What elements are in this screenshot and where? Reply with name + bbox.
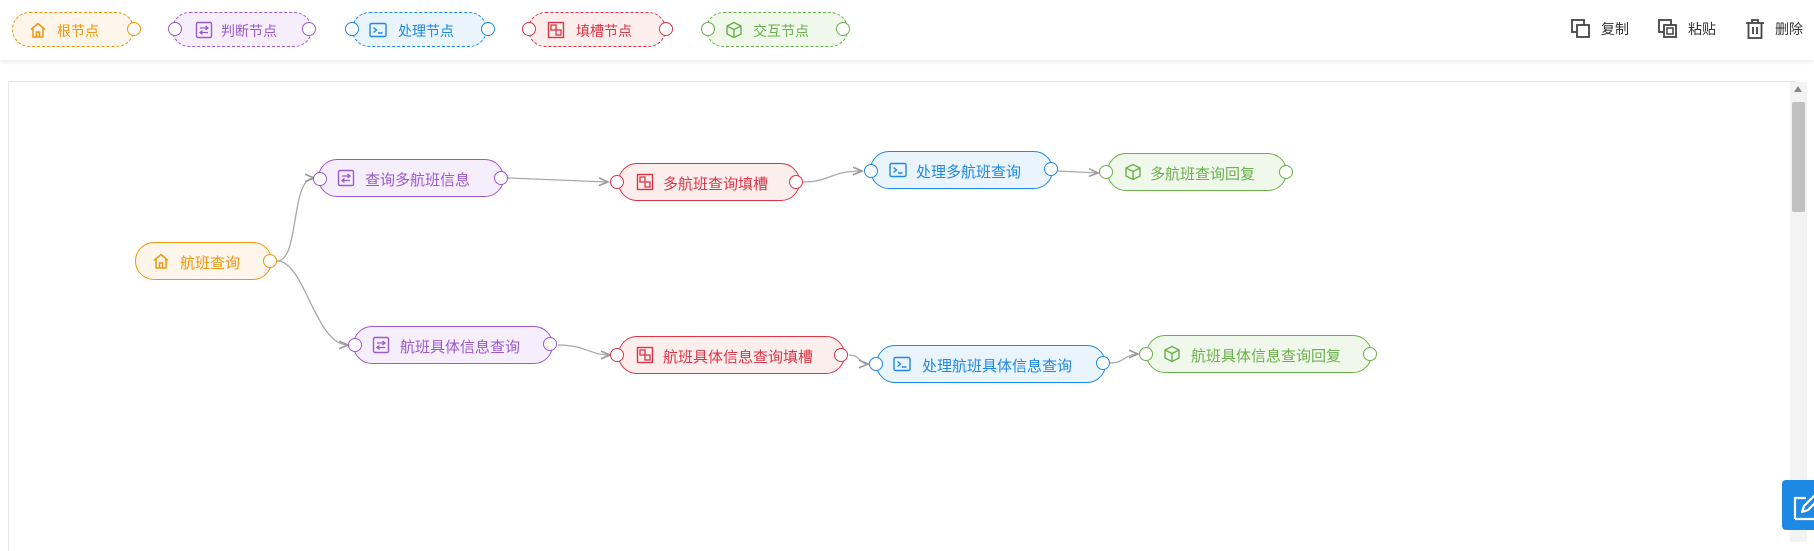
palette-interact-port-right[interactable] — [836, 22, 850, 36]
node-interact1-port-in[interactable] — [1099, 165, 1113, 179]
node-judge2-port-in[interactable] — [348, 338, 362, 352]
edge-judge1-slot1 — [507, 178, 608, 182]
palette-slot-port-right[interactable] — [659, 22, 673, 36]
node-judge1-port-in[interactable] — [313, 172, 327, 186]
scrollbar-thumb[interactable] — [1792, 102, 1805, 212]
node-slot1-port-in[interactable] — [610, 175, 624, 189]
edge-root-judge1 — [276, 178, 314, 262]
node-process1[interactable]: 处理多航班查询 — [870, 151, 1053, 189]
edge-process2-interact2 — [1109, 354, 1138, 364]
cube-icon — [1125, 163, 1141, 181]
node-slot2[interactable]: 航班具体信息查询填槽 — [618, 336, 845, 374]
node-interact1-label: 多航班查询回复 — [1150, 165, 1256, 183]
node-judge2-label: 航班具体信息查询 — [400, 338, 521, 356]
edge-root-judge2 — [276, 260, 348, 345]
node-root[interactable]: 航班查询 — [135, 242, 272, 280]
node-judge2[interactable]: 航班具体信息查询 — [353, 326, 553, 364]
paste-icon — [1658, 19, 1677, 38]
edge-process1-interact1 — [1056, 171, 1098, 173]
palette-root-label: 根节点 — [57, 24, 99, 40]
slot-icon — [636, 346, 654, 364]
terminal-icon — [889, 162, 907, 178]
node-judge1[interactable]: 查询多航班信息 — [318, 159, 504, 197]
node-process1-port-out[interactable] — [1044, 162, 1058, 176]
home-icon — [30, 22, 46, 38]
node-process2-label: 处理航班具体信息查询 — [922, 357, 1073, 375]
node-process2-port-out[interactable] — [1096, 356, 1110, 370]
node-slot2-port-out[interactable] — [834, 348, 848, 362]
edit-float-button[interactable] — [1782, 480, 1814, 530]
cube-icon — [726, 21, 742, 39]
node-slot2-label: 航班具体信息查询填槽 — [663, 348, 814, 366]
palette-process-port-right[interactable] — [481, 22, 495, 36]
home-icon — [153, 253, 169, 269]
judge-icon — [195, 21, 213, 39]
palette-judge-node[interactable]: 判断节点 — [172, 12, 312, 47]
node-process2[interactable]: 处理航班具体信息查询 — [876, 345, 1106, 383]
palette-process-label: 处理节点 — [398, 24, 454, 40]
node-slot1-label: 多航班查询填槽 — [663, 175, 769, 193]
palette-process-node[interactable]: 处理节点 — [352, 12, 487, 47]
palette-judge-port-left[interactable] — [168, 22, 182, 36]
palette-process-port-left[interactable] — [345, 22, 359, 36]
node-judge1-label: 查询多航班信息 — [365, 171, 471, 189]
slot-icon — [547, 21, 565, 39]
paste-label: 粘贴 — [1688, 22, 1716, 38]
palette-slot-label: 填槽节点 — [576, 24, 632, 40]
judge-icon — [372, 336, 390, 354]
palette-judge-label: 判断节点 — [221, 24, 277, 40]
palette-root-port[interactable] — [127, 22, 141, 36]
terminal-icon — [369, 22, 387, 38]
edge-slot2-process2 — [848, 354, 868, 364]
palette-interact-label: 交互节点 — [753, 24, 809, 40]
node-interact2[interactable]: 航班具体信息查询回复 — [1146, 335, 1372, 373]
node-judge1-port-out[interactable] — [494, 171, 508, 185]
copy-icon — [1571, 19, 1590, 38]
node-root-port-out[interactable] — [263, 254, 277, 268]
node-interact2-port-in[interactable] — [1139, 347, 1153, 361]
node-slot1[interactable]: 多航班查询填槽 — [618, 163, 800, 201]
judge-icon — [337, 169, 355, 187]
node-interact1[interactable]: 多航班查询回复 — [1107, 153, 1287, 191]
toolbar: 根节点 判断节点 处理节点 填槽节点 交互节点 复制 粘贴 删除 — [0, 0, 1814, 60]
node-judge2-port-out[interactable] — [543, 337, 557, 351]
node-slot2-port-in[interactable] — [610, 348, 624, 362]
node-interact1-port-out[interactable] — [1279, 165, 1293, 179]
scroll-up-arrow-icon[interactable] — [1794, 86, 1802, 92]
vertical-scrollbar[interactable] — [1790, 82, 1807, 542]
paste-button[interactable]: 粘贴 — [1657, 18, 1716, 40]
trash-icon — [1746, 19, 1764, 39]
palette-slot-node[interactable]: 填槽节点 — [528, 12, 666, 47]
node-slot1-port-out[interactable] — [789, 175, 803, 189]
cube-icon — [1164, 345, 1180, 363]
delete-label: 删除 — [1775, 22, 1803, 38]
edge-layer — [276, 0, 1814, 540]
edge-slot1-process1 — [802, 171, 862, 183]
edge-judge2-slot2 — [557, 344, 610, 355]
node-process1-label: 处理多航班查询 — [916, 163, 1022, 181]
palette-interact-port-left[interactable] — [701, 22, 715, 36]
slot-icon — [636, 173, 654, 191]
palette-interact-node[interactable]: 交互节点 — [706, 12, 848, 47]
node-process2-port-in[interactable] — [869, 357, 883, 371]
node-interact2-label: 航班具体信息查询回复 — [1191, 347, 1342, 365]
terminal-icon — [893, 356, 911, 372]
node-interact2-port-out[interactable] — [1363, 347, 1377, 361]
delete-button[interactable]: 删除 — [1744, 18, 1803, 40]
palette-root-node[interactable]: 根节点 — [12, 12, 134, 47]
copy-button[interactable]: 复制 — [1570, 18, 1629, 40]
palette-judge-port-right[interactable] — [302, 22, 316, 36]
edit-icon — [1793, 494, 1814, 521]
palette-slot-port-left[interactable] — [522, 22, 536, 36]
node-process1-port-in[interactable] — [864, 164, 878, 178]
copy-label: 复制 — [1601, 22, 1629, 38]
node-root-label: 航班查询 — [180, 254, 241, 272]
